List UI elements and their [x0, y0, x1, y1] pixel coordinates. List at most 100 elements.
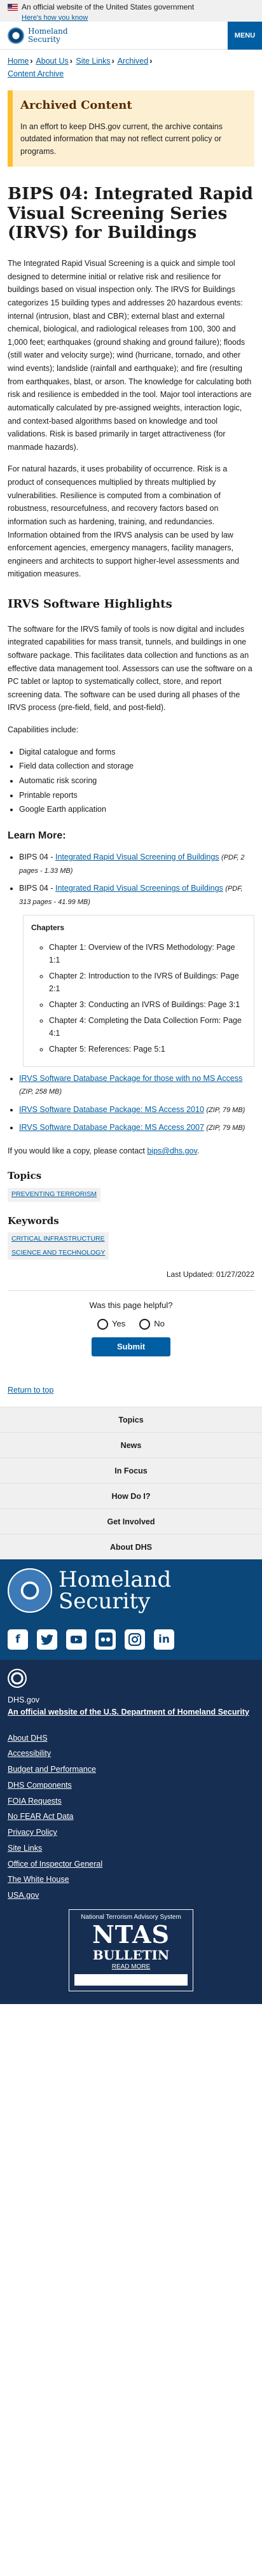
footer-site-name: DHS.gov — [8, 1695, 40, 1705]
feedback-question: Was this page helpful? — [89, 1300, 173, 1310]
social-links: f in — [8, 1629, 254, 1650]
footer-nav-topics[interactable]: Topics — [0, 1407, 262, 1432]
package-access-2007-link[interactable]: IRVS Software Database Package: MS Acces… — [19, 1123, 204, 1132]
submit-button[interactable]: Submit — [92, 1337, 170, 1356]
list-item: Automatic risk scoring — [19, 774, 254, 788]
ntas-bulletin: BULLETIN — [92, 1947, 170, 1963]
footer-nav-about-dhs[interactable]: About DHS — [0, 1534, 262, 1559]
list-item: IRVS Software Database Package for those… — [19, 1072, 254, 1098]
capabilities-label: Capabilities include: — [8, 725, 79, 735]
footer-link-site-links[interactable]: Site Links — [8, 1842, 254, 1855]
file-meta: (ZIP, 79 MB) — [206, 1124, 245, 1132]
dhs-logo[interactable]: Homeland Security — [8, 27, 68, 44]
list-item: Field data collection and storage — [19, 760, 254, 773]
capabilities-list: Digital catalogue and forms Field data c… — [8, 746, 254, 816]
breadcrumb-content-archive[interactable]: Content Archive — [8, 69, 64, 78]
ntas-widget-link[interactable]: Put this widget on your site — [74, 1974, 188, 1986]
package-access-2010-link[interactable]: IRVS Software Database Package: MS Acces… — [19, 1105, 204, 1114]
list-item: BIPS 04 - Integrated Rapid Visual Screen… — [19, 851, 254, 877]
ntas-read-more[interactable]: READ MORE — [74, 1962, 188, 1972]
footer-link-components[interactable]: DHS Components — [8, 1779, 254, 1792]
list-item: BIPS 04 - Integrated Rapid Visual Screen… — [19, 882, 254, 1067]
return-to-top-link[interactable]: Return to top — [8, 1386, 53, 1395]
footer-link-accessibility[interactable]: Accessibility — [8, 1748, 254, 1760]
footer-nav-in-focus[interactable]: In Focus — [0, 1458, 262, 1483]
learn-more-heading: Learn More: — [8, 830, 66, 841]
file-meta: (ZIP, 79 MB) — [206, 1106, 245, 1114]
topic-tag[interactable]: PREVENTING TERRORISM — [8, 1188, 100, 1202]
archived-title: Archived Content — [20, 99, 132, 112]
page-title: BIPS 04: Integrated Rapid Visual Screeni… — [8, 184, 253, 243]
keywords-heading: Keywords — [8, 1215, 59, 1227]
last-updated: Last Updated: 01/27/2022 — [166, 1270, 254, 1279]
breadcrumb-about-us[interactable]: About Us — [36, 57, 68, 66]
breadcrumb-home[interactable]: Home — [8, 57, 29, 66]
official-dhs-link[interactable]: An official website of the U.S. Departme… — [8, 1708, 249, 1716]
chapter-item: Chapter 5: References: Page 5:1 — [49, 1043, 246, 1056]
breadcrumb-archived[interactable]: Archived — [118, 57, 149, 66]
list-item: Printable reports — [19, 789, 254, 802]
intro-paragraph-1: The Integrated Rapid Visual Screening is… — [8, 259, 252, 452]
chapter-item: Chapter 1: Overview of the IVRS Methodol… — [49, 941, 246, 967]
footer-nav-news[interactable]: News — [0, 1432, 262, 1458]
intro-paragraph-2: For natural hazards, it uses probability… — [8, 464, 240, 579]
irvs-full-pdf-link[interactable]: Integrated Rapid Visual Screenings of Bu… — [55, 884, 223, 893]
footer-link-oig[interactable]: Office of Inspector General — [8, 1858, 254, 1870]
footer-nav-how-do-i[interactable]: How Do I? — [0, 1483, 262, 1508]
no-label: No — [154, 1319, 165, 1329]
contact-email-link[interactable]: bips@dhs.gov — [147, 1146, 197, 1155]
instagram-icon[interactable] — [125, 1629, 145, 1650]
chapter-item: Chapter 4: Completing the Data Collectio… — [49, 1014, 246, 1040]
footer-bottom: DHS.gov An official website of the U.S. … — [0, 1660, 262, 2005]
highlights-heading: IRVS Software Highlights — [8, 597, 172, 611]
chapter-item: Chapter 3: Conducting an IVRS of Buildin… — [49, 998, 246, 1012]
dhs-seal-icon — [8, 1568, 52, 1613]
footer-link-budget[interactable]: Budget and Performance — [8, 1764, 254, 1776]
yes-radio[interactable]: Yes — [97, 1317, 125, 1330]
footer-link-no-fear[interactable]: No FEAR Act Data — [8, 1811, 254, 1823]
footer-nav: Topics News In Focus How Do I? Get Invol… — [0, 1407, 262, 1560]
footer-link-about-dhs[interactable]: About DHS — [8, 1732, 254, 1744]
feedback-form: Was this page helpful? Yes No Submit — [8, 1290, 254, 1356]
archived-text: In an effort to keep DHS.gov current, th… — [20, 122, 223, 156]
radio-circle-icon — [139, 1318, 151, 1330]
footer-nav-get-involved[interactable]: Get Involved — [0, 1508, 262, 1534]
contact-suffix: . — [197, 1146, 200, 1156]
list-item: Digital catalogue and forms — [19, 746, 254, 759]
keyword-tag[interactable]: CRITICAL INFRASTRUCTURE — [8, 1232, 109, 1246]
list-item: IRVS Software Database Package: MS Acces… — [19, 1121, 254, 1134]
radio-circle-icon — [97, 1318, 109, 1330]
package-no-access-link[interactable]: IRVS Software Database Package for those… — [19, 1074, 242, 1083]
gov-banner-text: An official website of the United States… — [22, 3, 195, 11]
us-flag-icon — [8, 4, 18, 11]
flickr-icon[interactable] — [95, 1629, 116, 1650]
heres-how-you-know-link[interactable]: Here's how you know — [22, 14, 88, 22]
keyword-tag[interactable]: SCIENCE AND TECHNOLOGY — [8, 1246, 109, 1260]
list-item: IRVS Software Database Package: MS Acces… — [19, 1103, 254, 1117]
no-radio[interactable]: No — [139, 1317, 165, 1330]
archived-content-alert: Archived Content In an effort to keep DH… — [8, 90, 254, 167]
file-meta: (ZIP, 258 MB) — [19, 1088, 62, 1096]
site-header: Homeland Security MENU — [0, 21, 262, 50]
twitter-icon[interactable] — [37, 1629, 57, 1650]
footer-links: About DHS Accessibility Budget and Perfo… — [8, 1732, 254, 1902]
highlights-text: The software for the IRVS family of tool… — [8, 624, 252, 713]
footer-link-foia[interactable]: FOIA Requests — [8, 1795, 254, 1807]
facebook-icon[interactable]: f — [8, 1629, 28, 1650]
linkedin-icon[interactable]: in — [154, 1629, 174, 1650]
chapter-item: Chapter 2: Introduction to the IVRS of B… — [49, 970, 246, 996]
footer-link-usa-gov[interactable]: USA.gov — [8, 1890, 254, 1902]
footer-link-privacy[interactable]: Privacy Policy — [8, 1827, 254, 1839]
breadcrumb-site-links[interactable]: Site Links — [76, 57, 110, 66]
menu-button[interactable]: MENU — [228, 21, 262, 50]
irvs-summary-pdf-link[interactable]: Integrated Rapid Visual Screening of Bui… — [55, 853, 219, 861]
ntas-title: NTAS — [92, 1920, 170, 1949]
breadcrumb: Home › About Us › Site Links › Archived › Co… — [8, 57, 153, 78]
gov-banner: An official website of the United States… — [0, 0, 262, 22]
footer-link-white-house[interactable]: The White House — [8, 1874, 254, 1886]
item-prefix: BIPS 04 - — [19, 853, 55, 862]
learn-more-section: Learn More: BIPS 04 - Integrated Rapid V… — [8, 828, 254, 1158]
ntas-widget[interactable]: National Terrorism Advisory System NTAS … — [69, 1909, 193, 1992]
youtube-icon[interactable] — [66, 1629, 86, 1650]
item-prefix: BIPS 04 - — [19, 884, 55, 893]
